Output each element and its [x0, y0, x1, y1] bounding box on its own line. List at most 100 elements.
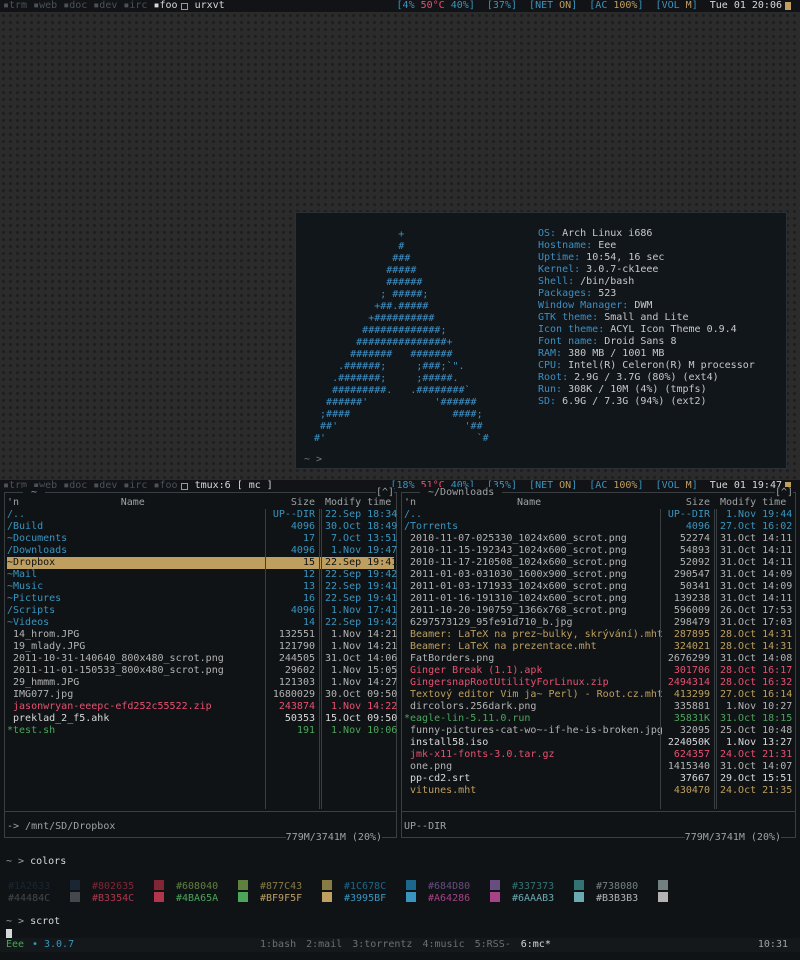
tmux-window-5[interactable]: 5:RSS- — [475, 939, 511, 950]
file-date: 31.Oct 14:06 — [325, 653, 398, 664]
file-row[interactable]: GingersnapRootUtilityForLinux.zip 2494314… — [404, 677, 793, 689]
logo-line: +##.##### — [308, 301, 429, 312]
file-row[interactable]: ~Pictures 16 22.Sep 19:41 — [7, 593, 397, 605]
tag-trm[interactable]: ▪trm — [0, 0, 30, 11]
left-panel-title: ~ — [23, 487, 46, 499]
file-date: 1.Nov 19:47 — [325, 545, 398, 556]
tag-foo[interactable]: ▪foo — [150, 0, 180, 11]
file-row[interactable]: Textový editor Vim ja~ Perl) - Root.cz.m… — [404, 689, 793, 701]
tag-dev[interactable]: ▪dev — [90, 0, 120, 11]
file-row[interactable]: 6297573129_95fe91d710_b.jpg 298479 31.Oct … — [404, 617, 793, 629]
file-date: 27.Oct 16:02 — [720, 521, 793, 532]
file-row[interactable]: dircolors.256dark.png 335881 1.Nov 10:27 — [404, 701, 793, 713]
file-name: one.png — [404, 761, 453, 772]
tray-icon[interactable] — [784, 2, 798, 10]
file-row[interactable]: *test.sh 191 1.Nov 10:06 — [7, 725, 397, 737]
file-row[interactable]: vitunes.mht 430470 24.Oct 21:35 — [404, 785, 793, 797]
file-row[interactable]: 2010-11-17-210508_1024x600_scrot.png 5209… — [404, 557, 793, 569]
tmux-window-6[interactable]: 6:mc* — [521, 939, 551, 950]
file-row[interactable]: preklad_2_f5.ahk 50353 15.Oct 09:50 — [7, 713, 397, 725]
top-tag-list[interactable]: ▪trm ▪web ▪doc ▪dev ▪irc ▪foo — [0, 0, 181, 12]
file-row[interactable]: ~Dropbox 15 22.Sep 19:41 — [7, 557, 397, 569]
file-row[interactable]: 14_hrom.JPG 132551 1.Nov 14:21 — [7, 629, 398, 641]
file-row[interactable]: 29_hmmm.JPG 121303 1.Nov 14:27 — [7, 677, 398, 689]
tmux-window-1[interactable]: 1:bash — [260, 939, 296, 950]
file-date: 1.Nov 14:27 — [325, 677, 398, 688]
file-row[interactable]: 2011-01-16-191310_1024x600_scrot.png 1392… — [404, 593, 793, 605]
tag-web[interactable]: ▪web — [30, 0, 60, 11]
mc-left-panel[interactable]: ~ [^] 'n Name Size Modify time/.. UP--DIR 22.… — [4, 487, 398, 844]
tag-doc[interactable]: ▪doc — [60, 0, 90, 11]
file-row[interactable]: /Downloads 4096 1.Nov 19:47 — [7, 545, 398, 557]
file-row[interactable]: 2011-01-03-031030_1600x900_scrot.png 2905… — [404, 569, 793, 581]
info-key: CPU: — [538, 360, 563, 371]
file-row[interactable]: ~Mail 12 22.Sep 19:42 — [7, 569, 397, 581]
file-name: preklad_2_f5.ahk — [7, 713, 110, 724]
file-row[interactable]: 2011-10-20-190759_1366x768_scrot.png 5960… — [404, 605, 793, 617]
file-row[interactable]: /Torrents 4096 27.Oct 16:02 — [404, 521, 793, 533]
info-key: Hostname: — [538, 240, 593, 251]
tag-irc[interactable]: ▪irc — [120, 480, 150, 491]
tmux-window-2[interactable]: 2:mail — [306, 939, 342, 950]
file-name: install58.iso — [404, 737, 489, 748]
file-row[interactable]: ~Documents 17 7.Oct 13:51 — [7, 533, 398, 545]
tag-irc[interactable]: ▪irc — [120, 0, 150, 11]
file-row[interactable]: Beamer: LaTeX na prez~bulky, skrývání).m… — [404, 629, 793, 641]
file-date: 28.Oct 14:31 — [720, 629, 793, 640]
layout-icon[interactable] — [180, 482, 188, 490]
logo-line: +########## — [308, 313, 435, 324]
mc-right-panel[interactable]: ~/Downloads [^] 'n Name Size Modify time/..… — [401, 487, 796, 844]
logo-line: ; #####; — [308, 289, 429, 300]
file-size: 4096 — [290, 545, 315, 556]
tag-foo[interactable]: ▪foo — [150, 480, 180, 491]
file-row[interactable]: 2011-10-31-140640_800x480_scrot.png 24450… — [7, 653, 398, 665]
file-name: GingersnapRootUtilityForLinux.zip — [404, 677, 609, 688]
top-status-info: [4% 50°C 40%] [37%] [NET ON] [AC 100%] [… — [396, 0, 782, 11]
file-row[interactable]: *eagle-lin-5.11.0.run 35831K 31.Oct 18:15 — [404, 713, 793, 725]
file-row[interactable]: 2011-01-03-171933_1024x600_scrot.png 5034… — [404, 581, 793, 593]
file-row[interactable]: funny-pictures-cat-wo~-if-he-is-broken.j… — [404, 725, 793, 737]
file-size: 52092 — [679, 557, 710, 568]
file-date: 1.Nov 14:21 — [325, 629, 398, 640]
file-row[interactable]: 2011-11-01-150533_800x480_scrot.png 29602… — [7, 665, 397, 677]
color-hex-label: #BF9F5F — [260, 893, 303, 904]
file-date: 31.Oct 17:03 — [720, 617, 793, 628]
logo-line: .######; ;###;`". — [308, 361, 465, 372]
file-row[interactable]: pp-cd2.srt 37667 29.Oct 15:51 — [404, 773, 793, 785]
info-row: CPU: Intel(R) Celeron(R) M processor — [538, 360, 755, 372]
file-row[interactable]: ~Videos 14 22.Sep 19:42 — [7, 617, 397, 629]
file-row[interactable]: install58.iso 224050K 1.Nov 13:27 — [404, 737, 793, 749]
file-row[interactable]: jmk-x11-fonts-3.0.tar.gz 624357 24.Oct 21:… — [404, 749, 793, 761]
file-row[interactable]: /Build 4096 30.Oct 18:49 — [7, 521, 397, 533]
file-row[interactable]: Beamer: LaTeX na prezentace.mht 324021 28.… — [404, 641, 793, 653]
info-row: Kernel: 3.0.7-ck1eee — [538, 264, 755, 276]
file-row[interactable]: FatBorders.png 2676299 31.Oct 14:08 — [404, 653, 793, 665]
info-value: /bin/bash — [574, 276, 635, 287]
file-name: FatBorders.png — [404, 653, 495, 664]
logo-line: ### — [308, 253, 411, 264]
layout-icon[interactable] — [180, 2, 188, 10]
tmux-window-3[interactable]: 3:torrentz — [352, 939, 412, 950]
file-row[interactable]: 19_mlady.JPG 121790 1.Nov 14:21 — [7, 641, 397, 653]
file-row[interactable]: one.png 1415340 31.Oct 14:07 — [404, 761, 793, 773]
tag-dev[interactable]: ▪dev — [90, 480, 120, 491]
file-row[interactable]: 2010-11-15-192343_1024x600_scrot.png 5489… — [404, 545, 793, 557]
file-row[interactable]: /.. UP--DIR 22.Sep 18:34 — [7, 509, 397, 521]
mc-terminal-window[interactable]: ~ [^] 'n Name Size Modify time/.. UP--DIR 22.… — [0, 487, 800, 960]
file-row[interactable]: /.. UP--DIR 1.Nov 19:44 — [404, 509, 793, 521]
file-date: 7.Oct 13:51 — [325, 533, 398, 544]
tmux-window-list[interactable]: 1:bash 2:mail 3:torrentz 4:music 5:RSS- 6:mc* — [260, 939, 561, 951]
file-row[interactable]: ~Music 13 22.Sep 19:41 — [7, 581, 397, 593]
file-name: jmk-x11-fonts-3.0.tar.gz — [404, 749, 555, 760]
file-row[interactable]: Ginger Break (1.1).apk 301706 28.Oct 16:17 — [404, 665, 793, 677]
info-key: Icon theme: — [538, 324, 605, 335]
tmux-window-4[interactable]: 4:music — [422, 939, 464, 950]
fetch-terminal-window[interactable]: + # ### ##### ###### ; #####; +##.##### … — [295, 212, 787, 469]
file-row[interactable]: 2010-11-07-025330_1024x600_scrot.png 5227… — [404, 533, 793, 545]
header-name: Name — [120, 497, 145, 508]
file-row[interactable]: IMG077.jpg 1680029 30.Oct 09:50 — [7, 689, 397, 701]
tag-doc[interactable]: ▪doc — [60, 480, 90, 491]
file-row[interactable]: jasonwryan-eeepc-efd252c55522.zip 243874 … — [7, 701, 397, 713]
info-key: Run: — [538, 384, 563, 395]
file-row[interactable]: /Scripts 4096 1.Nov 17:41 — [7, 605, 397, 617]
